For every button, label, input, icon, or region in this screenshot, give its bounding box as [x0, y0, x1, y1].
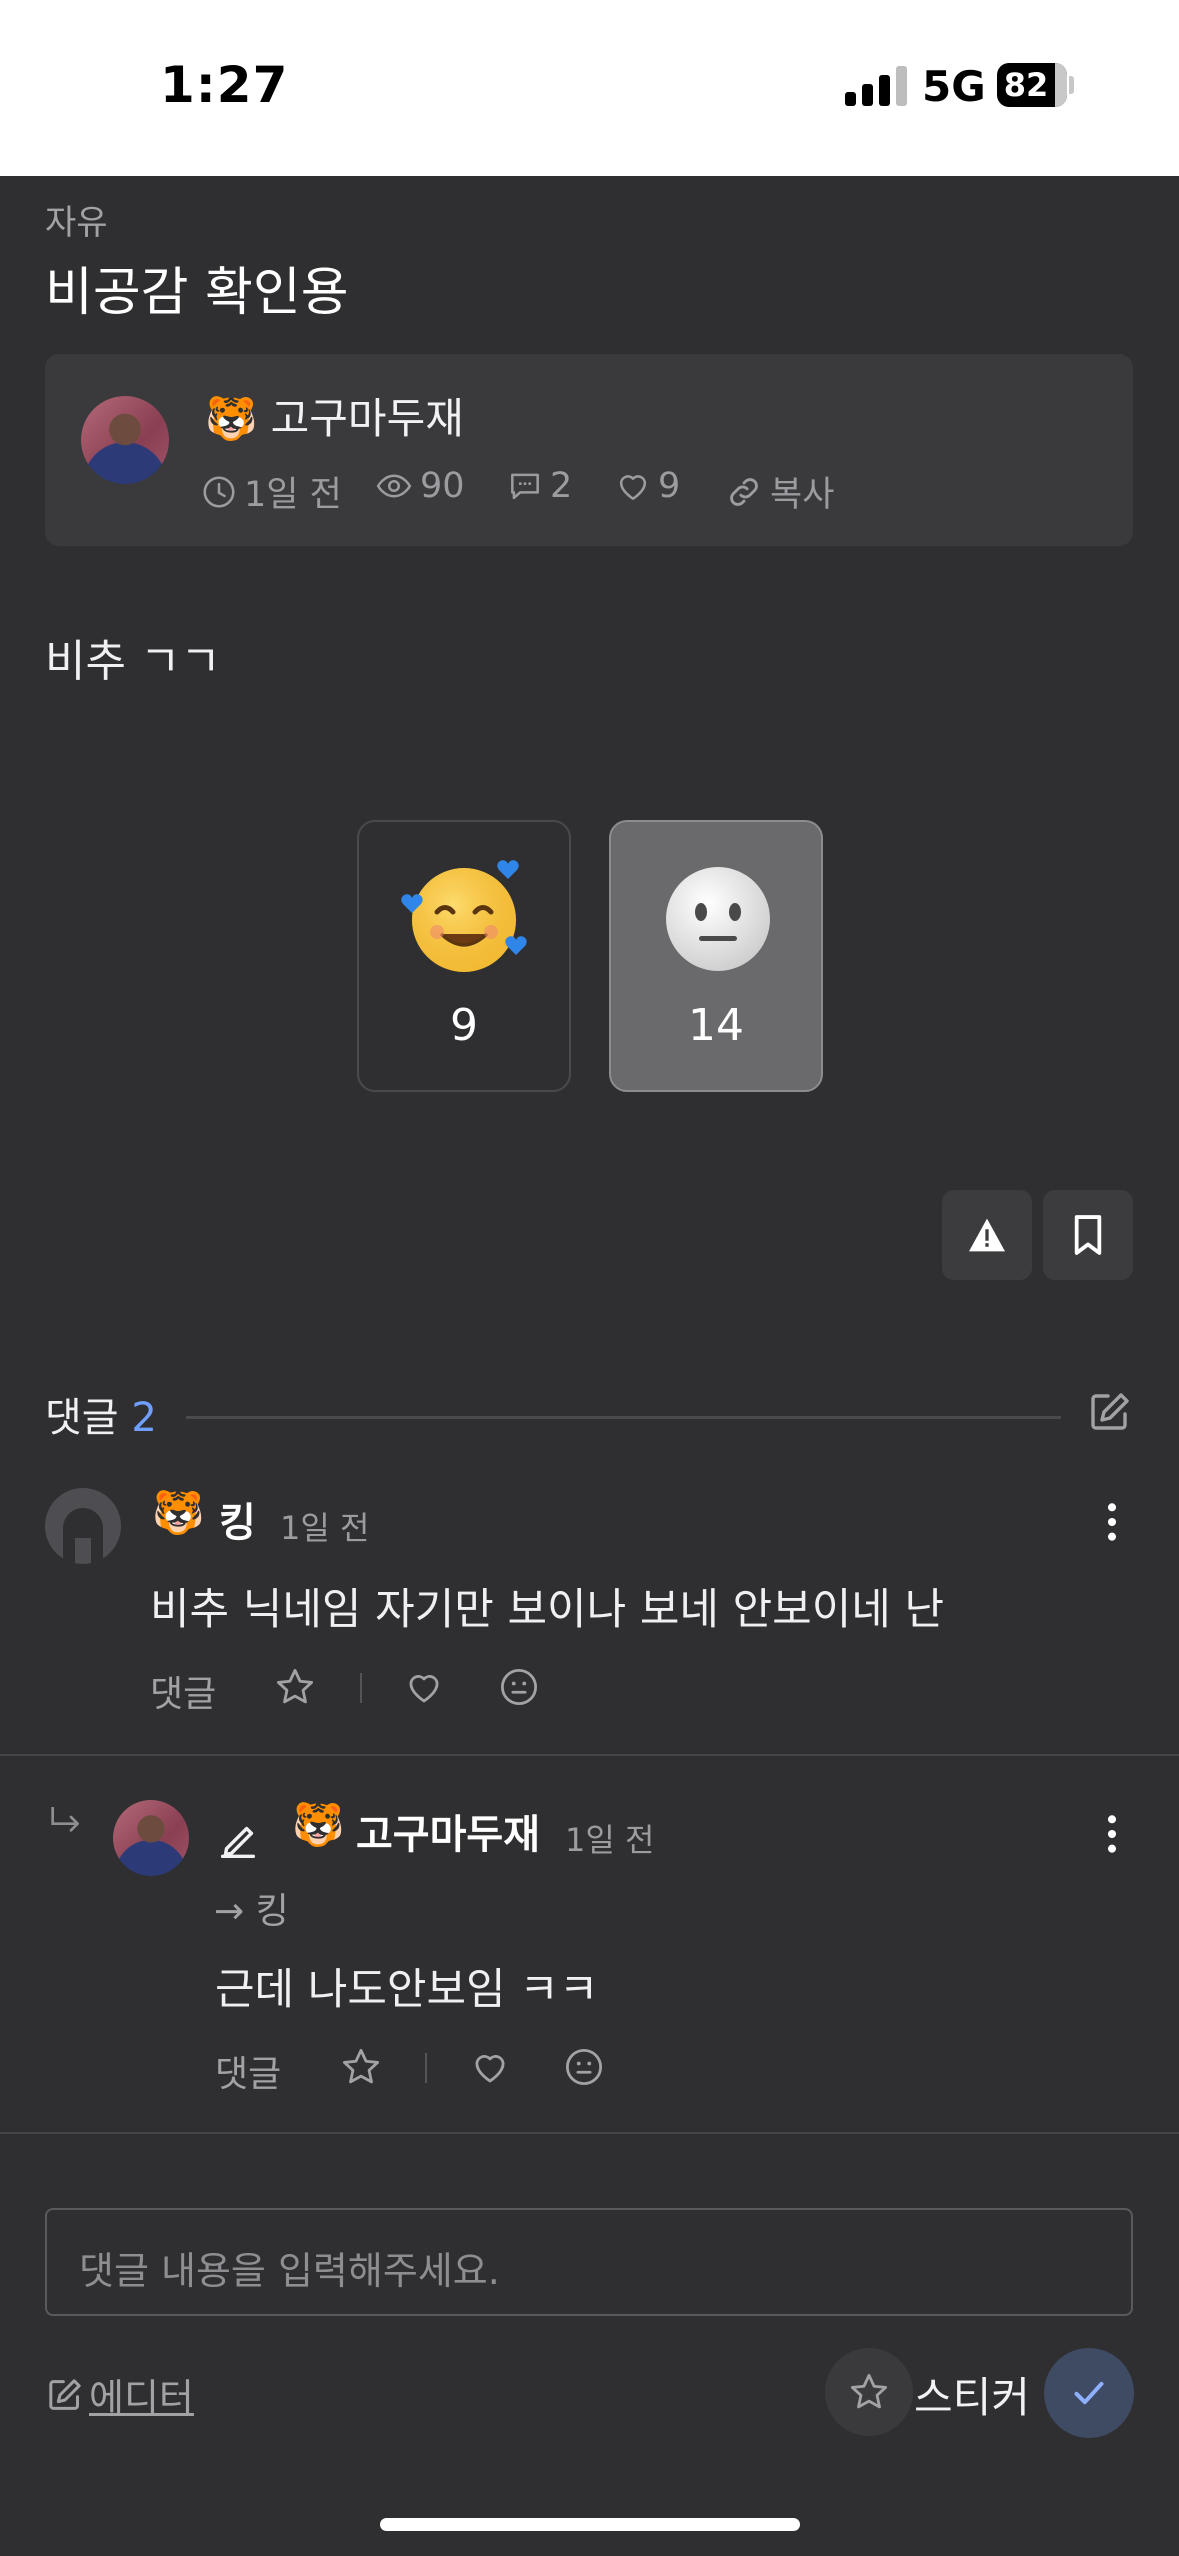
- status-bar: 1:27 5G 82: [0, 0, 1179, 176]
- editor-label: 에디터: [89, 2376, 194, 2420]
- comment-author[interactable]: 킹: [219, 1490, 256, 1548]
- post-like-count: 9: [614, 466, 680, 506]
- reply-more-button[interactable]: [1094, 1812, 1130, 1860]
- tiger-badge-icon: 🐯: [205, 394, 258, 443]
- comments-divider: [186, 1416, 1061, 1419]
- reaction-like-count: 9: [450, 1000, 478, 1051]
- reply-text: 근데 나도안보임 ㅋㅋ: [215, 1965, 599, 2015]
- post-views: 90: [374, 466, 465, 506]
- report-button[interactable]: [942, 1190, 1032, 1280]
- author-avatar[interactable]: [81, 396, 169, 484]
- neutral-face-emoji-icon: [666, 867, 770, 971]
- comment-input[interactable]: 댓글 내용을 입력해주세요.: [45, 2208, 1133, 2316]
- home-indicator[interactable]: [380, 2518, 800, 2531]
- post-comment-count: 2: [506, 466, 572, 506]
- star-icon: [342, 2048, 380, 2084]
- clock-icon: [203, 475, 235, 508]
- sticker-label[interactable]: 스티커: [914, 2364, 1030, 2425]
- heart-icon: [409, 1675, 439, 1703]
- sticker-button[interactable]: [825, 2348, 913, 2436]
- comment-text: 비추 닉네임 자기만 보이나 보네 안보이네 난: [150, 1585, 945, 1635]
- reaction-neutral-button[interactable]: 14: [609, 820, 823, 1092]
- author-card: [45, 354, 1133, 546]
- submit-comment-button[interactable]: [1044, 2348, 1134, 2438]
- comment-more-button[interactable]: [1094, 1500, 1130, 1548]
- link-icon: [730, 477, 758, 506]
- comment-divider: [0, 2132, 1179, 2134]
- comment-time: 1일 전: [280, 1509, 370, 1547]
- post-title: 비공감 확인용: [45, 263, 349, 323]
- reply-star-button[interactable]: [340, 2046, 382, 2092]
- comment-like-button[interactable]: [402, 1666, 446, 1712]
- write-comment-button[interactable]: [1086, 1388, 1134, 1440]
- reply-arrow-icon: [45, 1802, 87, 1846]
- default-avatar-icon: [63, 1508, 103, 1564]
- battery-icon: 82: [997, 63, 1067, 107]
- author-pen-icon: [215, 1818, 261, 1868]
- reply-author-avatar[interactable]: [113, 1800, 189, 1876]
- reply-author[interactable]: 고구마두재: [356, 1802, 540, 1860]
- warning-icon: [969, 1218, 1005, 1252]
- reply-time: 1일 전: [565, 1821, 655, 1859]
- star-icon: [850, 2373, 888, 2409]
- status-time: 1:27: [160, 56, 289, 114]
- more-vertical-icon: [1107, 1815, 1117, 1853]
- tiger-badge-icon: 🐯: [292, 1800, 345, 1849]
- eye-icon: [376, 474, 412, 498]
- author-name-row[interactable]: 🐯 고구마두재: [205, 385, 464, 446]
- edit-square-icon: [49, 2378, 81, 2410]
- heart-icon: [475, 2055, 505, 2083]
- heart-icon: [619, 475, 647, 500]
- battery-level: 82: [1003, 66, 1049, 104]
- post-body: 비추 ㄱㄱ: [45, 636, 221, 687]
- comment-icon: [511, 473, 539, 500]
- comment-star-button[interactable]: [274, 1666, 316, 1712]
- more-vertical-icon: [1107, 1503, 1117, 1541]
- editor-link[interactable]: 에디터: [45, 2367, 194, 2422]
- reply-like-button[interactable]: [468, 2046, 512, 2092]
- reaction-neutral-count: 14: [688, 1000, 744, 1051]
- star-icon: [276, 1668, 314, 1704]
- comment-emoji-button[interactable]: [498, 1666, 540, 1712]
- post-category[interactable]: 자유: [45, 195, 108, 244]
- author-name: 고구마두재: [270, 394, 464, 443]
- smiling-hearts-emoji-icon: [401, 860, 527, 972]
- smiley-icon: [565, 2048, 603, 2086]
- reply-emoji-button[interactable]: [563, 2046, 605, 2092]
- check-icon: [1074, 2381, 1104, 2405]
- network-type: 5G: [922, 62, 986, 111]
- reply-reply-button[interactable]: 댓글: [215, 2045, 281, 2097]
- comments-count: 2: [131, 1395, 157, 1441]
- signal-icon: [845, 66, 907, 106]
- comment-avatar-default[interactable]: [45, 1488, 121, 1564]
- post-time: 1일 전: [200, 466, 342, 517]
- tiger-badge-icon: 🐯: [152, 1488, 205, 1537]
- edit-square-icon: [1091, 1393, 1129, 1430]
- reply-target[interactable]: → 킹: [214, 1882, 289, 1934]
- comments-label: 댓글: [45, 1395, 119, 1441]
- comment-input-placeholder: 댓글 내용을 입력해주세요.: [79, 2249, 500, 2293]
- bookmark-button[interactable]: [1043, 1190, 1133, 1280]
- reaction-like-button[interactable]: 9: [357, 820, 571, 1092]
- copy-link-button[interactable]: 복사: [724, 466, 834, 517]
- comment-divider: [0, 1754, 1179, 1756]
- comments-header: 댓글 2: [45, 1385, 157, 1443]
- comment-reply-button[interactable]: 댓글: [150, 1665, 216, 1717]
- smiley-icon: [500, 1668, 538, 1706]
- bookmark-icon: [1074, 1215, 1102, 1255]
